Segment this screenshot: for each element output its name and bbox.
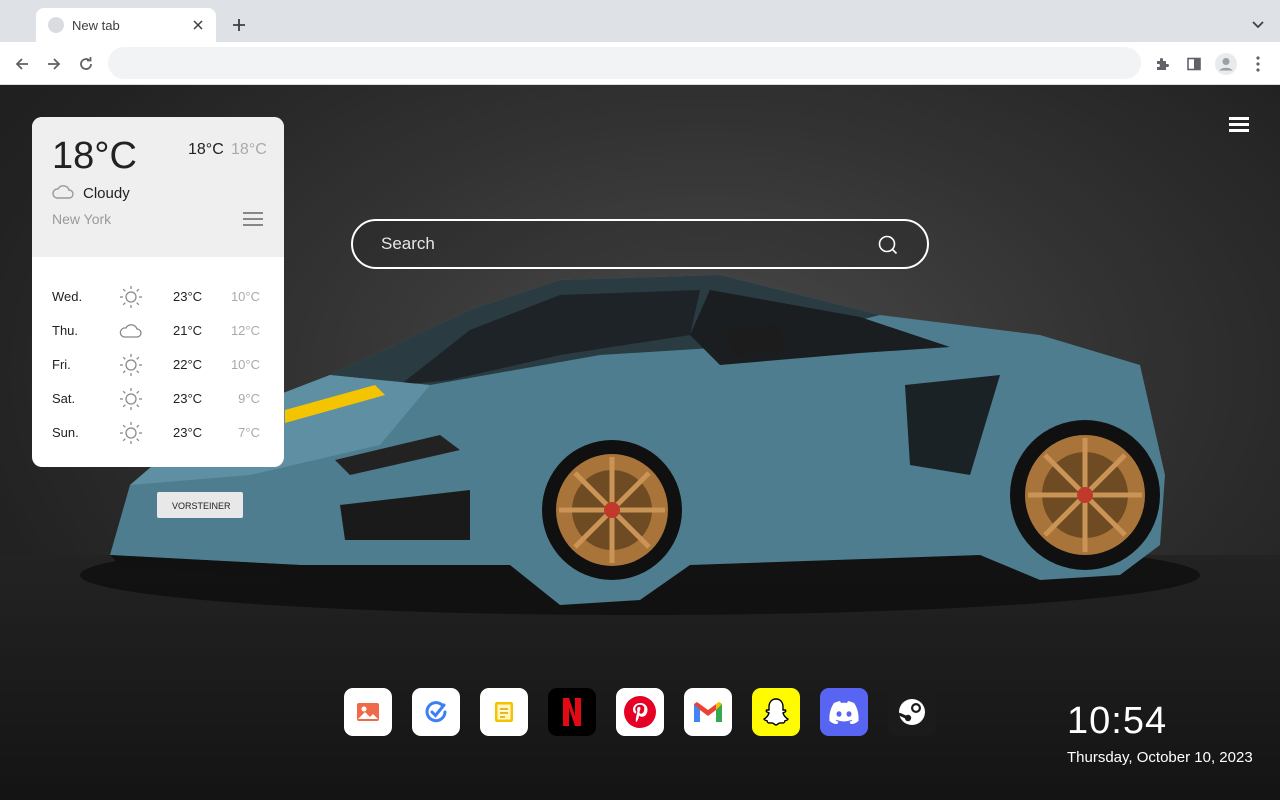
sun-icon [120, 286, 142, 308]
shortcut-discord[interactable] [820, 688, 868, 736]
page-menu-icon[interactable] [1229, 117, 1249, 133]
forward-arrow-icon[interactable] [42, 52, 66, 76]
forecast-row: Wed. 23°C 10°C [32, 280, 284, 314]
shortcut-snapchat[interactable] [752, 688, 800, 736]
forecast-row: Sun. 23°C 7°C [32, 416, 284, 450]
steam-icon [898, 699, 925, 725]
shortcut-photos[interactable] [344, 688, 392, 736]
forecast-low: 9°C [238, 391, 260, 406]
new-tab-page: VORSTEINER 18°C 18°C 18°C Cloudy New Yor… [0, 85, 1280, 800]
shortcuts-dock [344, 688, 936, 736]
forecast-high: 21°C [173, 323, 203, 338]
search-icon[interactable] [877, 234, 899, 256]
cloud-icon [52, 185, 74, 199]
weather-city[interactable]: New York [52, 211, 111, 227]
car-plate-text: VORSTEINER [172, 501, 231, 511]
shortcut-steam[interactable] [888, 688, 936, 736]
reload-icon[interactable] [74, 52, 98, 76]
kebab-menu-icon[interactable] [1246, 52, 1270, 76]
notes-icon [495, 702, 513, 722]
sun-icon [120, 422, 142, 444]
today-high: 18°C [188, 141, 224, 158]
sun-icon [120, 354, 142, 376]
netflix-icon [563, 698, 581, 726]
forecast-row: Fri. 22°C 10°C [32, 348, 284, 382]
sun-icon [120, 388, 142, 410]
pinterest-icon [624, 696, 656, 728]
chevron-down-icon[interactable] [1248, 15, 1268, 35]
weather-current: 18°C 18°C 18°C Cloudy New York [32, 117, 284, 257]
weather-widget[interactable]: 18°C 18°C 18°C Cloudy New York Wed. 23°C… [32, 117, 284, 467]
shortcut-netflix[interactable] [548, 688, 596, 736]
plus-icon[interactable] [228, 14, 250, 36]
profile-avatar-icon[interactable] [1214, 52, 1238, 76]
shortcut-gmail[interactable] [684, 688, 732, 736]
search-input[interactable] [381, 221, 881, 267]
tab-new-tab[interactable]: New tab [36, 8, 216, 42]
photos-icon [357, 703, 379, 721]
clock-time: 10:54 [1067, 700, 1168, 742]
forecast-low: 12°C [230, 323, 260, 338]
shortcut-tasks[interactable] [412, 688, 460, 736]
browser-toolbar [0, 42, 1280, 85]
tab-strip: New tab [0, 0, 1280, 42]
shortcut-pinterest[interactable] [616, 688, 664, 736]
discord-icon [829, 701, 859, 724]
cloud-icon [119, 324, 142, 338]
clock-date: Thursday, October 10, 2023 [1067, 749, 1253, 766]
current-temperature: 18°C [52, 135, 137, 177]
forecast-low: 10°C [230, 289, 260, 304]
forecast-day: Fri. [52, 357, 71, 372]
side-panel-icon[interactable] [1182, 52, 1206, 76]
snapchat-icon [763, 698, 789, 726]
tasks-icon [425, 701, 447, 723]
forecast-high: 23°C [173, 289, 203, 304]
weather-condition: Cloudy [83, 185, 130, 202]
back-arrow-icon[interactable] [10, 52, 34, 76]
search-box [351, 219, 929, 269]
forecast-day: Sat. [52, 391, 76, 406]
forecast-row: Sat. 23°C 9°C [32, 382, 284, 416]
forecast-day: Sun. [52, 425, 79, 440]
today-low: 18°C [231, 141, 267, 158]
extensions-icon[interactable] [1150, 52, 1174, 76]
shortcut-notes[interactable] [480, 688, 528, 736]
weather-menu-icon[interactable] [243, 212, 263, 228]
forecast-low: 7°C [238, 425, 260, 440]
forecast-day: Wed. [52, 289, 83, 304]
forecast-high: 23°C [173, 425, 203, 440]
tab-title: New tab [72, 17, 120, 33]
forecast-high: 23°C [173, 391, 203, 406]
close-icon[interactable] [188, 15, 208, 35]
gmail-icon [694, 702, 722, 722]
forecast-high: 22°C [173, 357, 203, 372]
weather-forecast: Wed. 23°C 10°C Thu. 21°C 12°C Fri. 22°C … [32, 257, 284, 450]
address-bar-input[interactable] [108, 47, 1141, 79]
forecast-day: Thu. [52, 323, 79, 338]
forecast-row: Thu. 21°C 12°C [32, 314, 284, 348]
tab-favicon-icon [48, 17, 64, 33]
forecast-low: 10°C [230, 357, 260, 372]
